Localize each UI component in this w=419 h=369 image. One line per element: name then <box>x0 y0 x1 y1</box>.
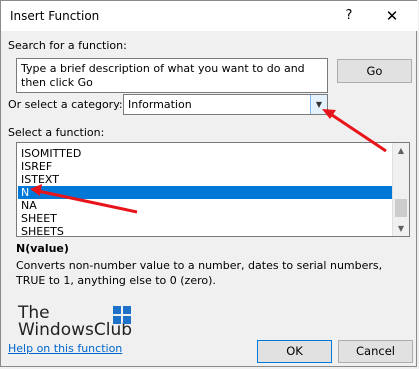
search-label: Search for a function: <box>8 39 127 52</box>
chevron-down-icon[interactable]: ▼ <box>310 95 327 114</box>
category-value: Information <box>128 98 192 111</box>
close-icon[interactable]: ✕ <box>379 4 405 28</box>
window-title: Insert Function <box>10 9 100 23</box>
category-label: Or select a category: <box>8 98 123 111</box>
function-list[interactable]: ISOMITTED ISREF ISTEXT N NA SHEET SHEETS… <box>16 142 410 237</box>
title-bar: Insert Function ? ✕ <box>1 1 418 31</box>
windows-logo-icon <box>113 306 131 324</box>
scroll-down-icon[interactable]: ▼ <box>393 221 409 236</box>
function-syntax: N(value) <box>16 242 69 255</box>
cancel-button[interactable]: Cancel <box>338 340 413 363</box>
function-list-label: Select a function: <box>8 126 105 139</box>
list-scrollbar[interactable]: ▲ ▼ <box>392 143 409 236</box>
list-item-selected[interactable]: N <box>18 186 393 199</box>
search-input[interactable]: Type a brief description of what you wan… <box>16 58 328 93</box>
function-description: Converts non-number value to a number, d… <box>16 259 383 287</box>
go-button[interactable]: Go <box>337 59 412 83</box>
insert-function-dialog: Insert Function ? ✕ Search for a functio… <box>0 0 418 367</box>
list-item[interactable]: ISTEXT <box>18 173 393 186</box>
list-item[interactable]: ISOMITTED <box>18 147 393 160</box>
list-item[interactable]: NA <box>18 199 393 212</box>
list-item[interactable]: ISREF <box>18 160 393 173</box>
scroll-up-icon[interactable]: ▲ <box>393 143 409 158</box>
scroll-thumb[interactable] <box>395 199 407 217</box>
category-dropdown[interactable]: Information ▼ <box>123 94 328 115</box>
list-item[interactable]: SHEETS <box>18 225 393 236</box>
help-icon[interactable]: ? <box>338 4 360 28</box>
list-item[interactable]: SHEET <box>18 212 393 225</box>
help-on-function-link[interactable]: Help on this function <box>8 342 122 355</box>
ok-button[interactable]: OK <box>257 340 332 363</box>
